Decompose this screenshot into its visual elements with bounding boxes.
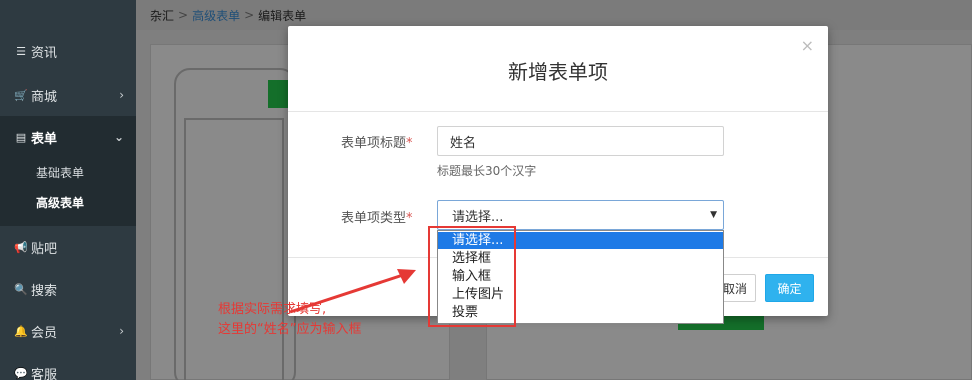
megaphone-icon: 📢 [14,240,28,254]
field-label-type: 表单项类型* [341,207,413,226]
cart-icon: 🛒 [14,88,28,102]
close-icon[interactable]: × [801,36,814,55]
breadcrumb-item[interactable]: 高级表单 [192,7,240,24]
sidebar-item-label: 资讯 [31,45,58,61]
annotation-line: 这里的“姓名”应为输入框 [218,322,362,337]
sidebar-item-label: 搜索 [31,283,58,299]
field-label-text: 表单项标题 [341,136,407,151]
sidebar-item-mall[interactable]: 🛒 商城 › [0,74,136,116]
sidebar-item-news[interactable]: ☰ 资讯 [0,30,136,72]
sidebar-subitem-basic-form[interactable]: 基础表单 [36,164,84,181]
search-icon: 🔍 [14,282,28,296]
sidebar-item-search[interactable]: 🔍 搜索 [0,268,136,310]
add-item-button[interactable] [268,80,288,108]
type-select-value: 请选择... [452,209,504,225]
dialog-title: 新增表单项 [508,60,608,84]
sidebar-item-forum[interactable]: 📢 贴吧 [0,226,136,268]
dialog-header: 新增表单项 × [288,26,828,112]
breadcrumb-item[interactable]: 杂汇 [150,7,174,24]
sidebar-item-label: 会员 [31,325,58,341]
phone-preview-screen [184,118,284,380]
sidebar-subitem-advanced-form[interactable]: 高级表单 [36,194,84,211]
chevron-right-icon: › [119,88,124,102]
annotation-line: 根据实际需求填写, [218,302,327,317]
title-help-text: 标题最长30个汉字 [437,164,537,178]
annotation-highlight-box [428,226,516,327]
required-mark: * [406,136,413,151]
sidebar-item-label: 商城 [31,89,58,105]
chat-icon: 💬 [14,366,28,380]
form-icon: ▤ [15,130,27,144]
annotation-note: 根据实际需求填写, 这里的“姓名”应为输入框 [218,300,361,340]
list-icon: ☰ [16,44,26,58]
sidebar-item-members[interactable]: 🔔 会员 › [0,310,136,352]
sidebar: ☰ 资讯 🛒 商城 › ▤ 表单 ⌄ 基础表单 高级表单 📢 贴吧 🔍 搜索 🔔… [0,0,136,380]
sidebar-item-support[interactable]: 💬 客服 [0,352,136,380]
bell-icon: 🔔 [14,324,28,338]
breadcrumb-item-current: 编辑表单 [258,8,307,23]
breadcrumb-separator-icon: > [178,8,189,22]
field-label-text: 表单项类型 [341,211,407,226]
field-label-title: 表单项标题* [341,132,413,151]
required-mark: * [406,211,413,226]
sidebar-item-label: 客服 [31,367,58,380]
breadcrumb-separator-icon: > [244,8,255,22]
caret-down-icon: ▼ [710,210,717,220]
sidebar-item-label: 贴吧 [31,241,58,257]
chevron-right-icon: › [119,324,124,338]
sidebar-item-label: 表单 [31,131,58,147]
confirm-button[interactable]: 确定 [765,274,814,302]
title-input[interactable] [437,126,724,156]
chevron-down-icon: ⌄ [113,130,124,144]
